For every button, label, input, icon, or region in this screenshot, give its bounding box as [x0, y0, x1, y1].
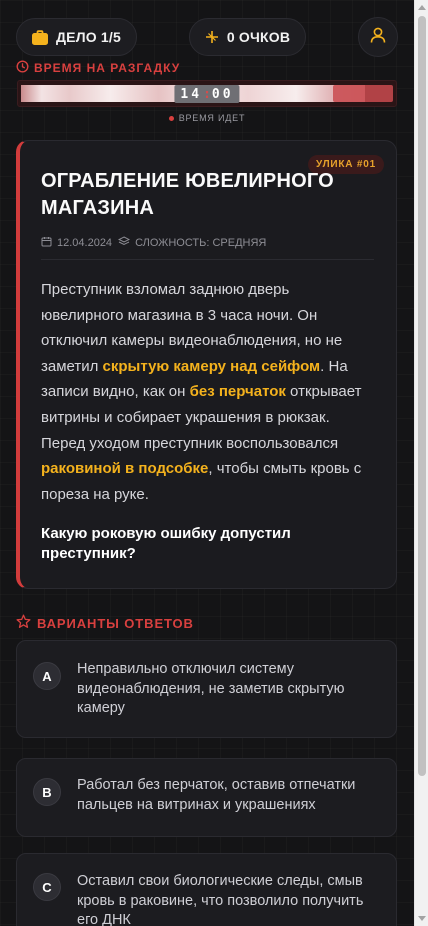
scroll-down-arrow-icon[interactable] — [418, 916, 426, 921]
clue-highlight: раковиной в подсобке — [41, 460, 209, 478]
case-card: УЛИКА #01 ОГРАБЛЕНИЕ ЮВЕЛИРНОГО МАГАЗИНА… — [16, 140, 397, 589]
answer-text: Неправильно отключил систему видеонаблюд… — [77, 661, 345, 717]
timer-progress-bar: 14:00 — [17, 80, 397, 107]
crosshair-icon — [205, 30, 219, 44]
top-bar: ДЕЛО 1/5 0 ОЧКОВ — [16, 17, 398, 57]
score-badge: 0 ОЧКОВ — [188, 18, 307, 56]
case-description: Преступник взломал заднюю дверь ювелирно… — [41, 281, 362, 503]
answer-option-b[interactable]: B Работал без перчаток, оставив отпечатк… — [16, 758, 397, 837]
case-difficulty: СЛОЖНОСТЬ: СРЕДНЯЯ — [135, 237, 267, 249]
timer-display: 14:00 — [174, 85, 240, 103]
divider — [41, 259, 374, 260]
user-icon — [369, 26, 387, 49]
timer-progress-end — [332, 85, 393, 102]
clue-highlight: без перчаток — [189, 383, 286, 401]
briefcase-icon — [32, 29, 48, 45]
timer-label: ВРЕМЯ НА РАЗГАДКУ — [16, 60, 180, 76]
case-meta: 12.04.2024 СЛОЖНОСТЬ: СРЕДНЯЯ — [41, 236, 266, 250]
case-counter-badge: ДЕЛО 1/5 — [16, 18, 137, 56]
answer-letter: A — [33, 662, 61, 690]
status-dot-icon — [168, 115, 174, 121]
page-scrollbar[interactable] — [414, 0, 428, 926]
answer-option-c[interactable]: C Оставил свои биологические следы, смыв… — [16, 853, 397, 926]
answer-option-a[interactable]: A Неправильно отключил систему видеонабл… — [16, 640, 397, 738]
case-date: 12.04.2024 — [57, 237, 113, 249]
answers-heading-text: ВАРИАНТЫ ОТВЕТОВ — [37, 615, 194, 631]
calendar-icon — [41, 236, 52, 250]
score-text: 0 ОЧКОВ — [226, 29, 291, 45]
scrollbar-thumb[interactable] — [418, 16, 426, 776]
answer-letter: C — [33, 873, 61, 901]
layers-icon — [117, 236, 131, 250]
answer-letter: B — [33, 778, 61, 806]
star-icon — [16, 614, 31, 632]
case-title: ОГРАБЛЕНИЕ ЮВЕЛИРНОГО МАГАЗИНА — [41, 170, 334, 219]
scroll-up-arrow-icon[interactable] — [418, 5, 426, 10]
app-screen: ДЕЛО 1/5 0 ОЧКОВ ВРЕМЯ НА РАЗГАДКУ 14: … — [0, 0, 414, 926]
answer-text: Работал без перчаток, оставив отпечатки … — [77, 777, 356, 813]
timer-label-text: ВРЕМЯ НА РАЗГАДКУ — [34, 61, 181, 75]
case-counter-text: ДЕЛО 1/5 — [56, 29, 121, 45]
case-question: Какую роковую ошибку допустил преступник… — [41, 525, 291, 562]
clue-highlight: скрытую камеру над сейфом — [102, 357, 321, 375]
timer-status: ВРЕМЯ ИДЕТ — [0, 113, 414, 123]
profile-button[interactable] — [358, 17, 398, 57]
timer-seconds: 00 — [211, 86, 234, 102]
timer-status-text: ВРЕМЯ ИДЕТ — [178, 113, 246, 123]
answers-heading: ВАРИАНТЫ ОТВЕТОВ — [16, 614, 194, 632]
clock-icon — [16, 60, 29, 76]
timer-minutes: 14 — [180, 86, 203, 102]
answer-text: Оставил свои биологические следы, смыв к… — [77, 873, 364, 926]
